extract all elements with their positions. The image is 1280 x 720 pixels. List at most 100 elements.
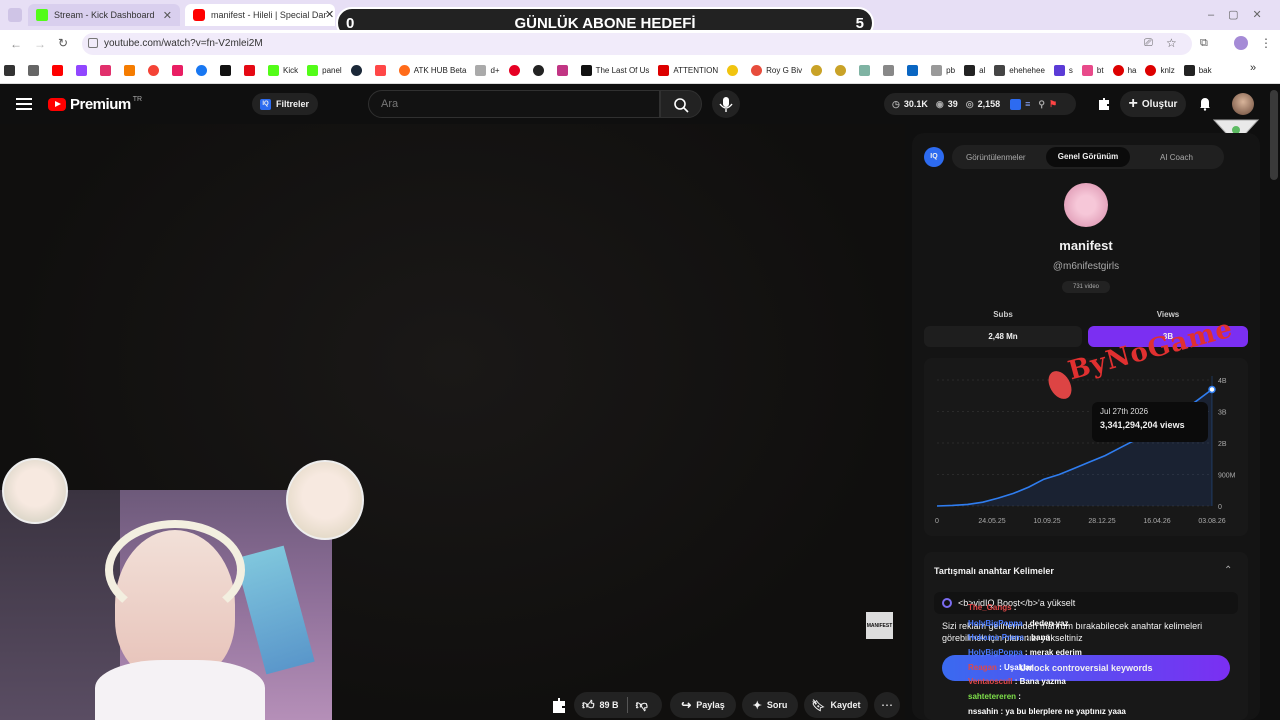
bookmark-ig2[interactable] (556, 65, 572, 76)
tab-ai-coach[interactable]: AI Coach (1160, 153, 1193, 162)
chat-message: Ventaoscull : Bana yazma (968, 677, 1066, 686)
subs-toggle[interactable]: 2,48 Mn (924, 326, 1082, 347)
url-field[interactable]: youtube.com/watch?v=fn-V2mlei2M (82, 33, 1192, 55)
bookmark-netflix[interactable] (244, 65, 259, 76)
tab-kick-dashboard[interactable]: Stream - Kick Dashboard ✕ (28, 4, 180, 26)
extension-puzzle-icon[interactable] (1096, 95, 1112, 111)
bookmark-knlz[interactable]: knlz (1145, 65, 1175, 76)
bookmark-bee3[interactable] (835, 65, 850, 76)
bookmark-tlou[interactable]: The Last Of Us (580, 65, 649, 76)
bookmark-leaf[interactable] (859, 65, 874, 76)
bookmark-steam[interactable] (350, 65, 366, 76)
bookmark-s[interactable]: s (1053, 65, 1073, 76)
forward-icon[interactable]: → (34, 37, 46, 51)
voice-search-button[interactable] (712, 90, 740, 118)
create-button[interactable]: + Oluştur (1120, 91, 1186, 117)
menu-dots-icon[interactable]: ⋮ (1260, 36, 1272, 50)
bookmark-orange[interactable] (124, 65, 139, 76)
back-icon[interactable]: ← (10, 37, 22, 51)
bookmark-pb[interactable]: pb (931, 65, 955, 76)
bookmark-ha[interactable]: ha (1112, 65, 1136, 76)
bookmark-attention[interactable]: ATTENTION (658, 65, 718, 76)
thumbs-down-icon[interactable]: 👎︎ (636, 698, 648, 713)
notifications-bell-icon[interactable] (1197, 95, 1213, 111)
youtube-play-icon (48, 98, 66, 111)
bookmark-red[interactable] (148, 65, 163, 76)
bookmark-atk[interactable]: ATK HUB Beta (398, 65, 466, 76)
bookmarks-more-icon[interactable]: » (1250, 62, 1256, 74)
bookmark-ehehehee[interactable]: ehehehee (994, 65, 1045, 76)
search-icon (674, 98, 689, 113)
bookmark-x[interactable] (220, 65, 235, 76)
bookmark-apps[interactable] (4, 65, 19, 76)
bookmark-facebook[interactable] (196, 65, 211, 76)
bookmark-github[interactable] (532, 65, 548, 76)
bookmark-heart[interactable] (172, 65, 187, 76)
bookmark-bee2[interactable] (811, 65, 826, 76)
filters-button[interactable]: IQ Filtreler (252, 93, 318, 115)
close-tab-icon[interactable]: ✕ (163, 9, 172, 22)
thumbs-up-icon[interactable]: 👍︎ (582, 698, 595, 713)
like-count[interactable]: 89 B (600, 700, 619, 710)
url-text: youtube.com/watch?v=fn-V2mlei2M (104, 38, 263, 49)
bookmark-bak[interactable]: bak (1183, 65, 1212, 76)
bookmark-star-icon[interactable]: ☆ (1166, 36, 1177, 50)
share-button[interactable]: ↪ Paylaş (670, 692, 736, 718)
bookmark-tool[interactable] (883, 65, 898, 76)
ask-button[interactable]: ✦ Soru (742, 692, 798, 718)
tab-youtube-video[interactable]: manifest - Hileli | Special Danc (185, 4, 335, 26)
vidiq-icon (1010, 98, 1022, 110)
extension-puzzle-icon[interactable] (549, 695, 569, 715)
bookmark-instagram[interactable] (100, 65, 115, 76)
tab-search-icon[interactable] (8, 8, 22, 22)
profile-icon[interactable] (1234, 36, 1248, 50)
search-placeholder: Ara (381, 98, 399, 110)
bookmark-bt[interactable]: bt (1081, 65, 1104, 76)
save-button[interactable]: 🔖︎ Kaydet (804, 692, 868, 718)
subs-label: Subs (993, 310, 1013, 319)
more-actions-icon[interactable]: ⋯ (874, 692, 900, 718)
page-scrollbar[interactable] (1270, 90, 1278, 180)
alert-icon: ⚑ (1049, 98, 1058, 109)
hamburger-menu-icon[interactable] (16, 96, 32, 113)
views-icon: ◎ (965, 98, 974, 109)
vidiq-stats-bar[interactable]: ◷ 30.1K ◉ 39 ◎ 2,158 ≡ ⚲ ⚑ (884, 93, 1076, 115)
close-tab-icon[interactable]: ✕ (325, 8, 334, 21)
bookmark-grid[interactable] (28, 65, 43, 76)
window-controls[interactable]: –▢✕ (1208, 8, 1276, 21)
headphones (105, 520, 245, 620)
bookmark-kick[interactable]: Kick (268, 65, 298, 76)
goal-target: 5 (855, 14, 864, 32)
chat-message: HolyBigPoppa : deden yaz (968, 619, 1069, 628)
youtube-premium-logo[interactable]: Premium TR (48, 96, 142, 113)
boost-icon (942, 598, 952, 608)
light-prop (235, 545, 315, 675)
bookmark-linkedin[interactable] (907, 65, 922, 76)
logo-text: Premium (70, 96, 131, 113)
bookmark-dplus[interactable]: d+ (475, 65, 500, 76)
bookmark-al[interactable]: al (964, 65, 985, 76)
bookmark-pinterest[interactable] (508, 65, 524, 76)
video-brand-watermark: MANIFEST (866, 612, 893, 639)
logo-region: TR (132, 96, 143, 103)
bookmark-youtube[interactable] (52, 65, 67, 76)
reload-icon[interactable]: ↻ (58, 36, 68, 50)
bookmark-ea[interactable] (374, 65, 390, 76)
collapse-chevron-icon[interactable]: ⌃ (1224, 565, 1232, 576)
y-tick-label: 4B (1218, 378, 1227, 385)
bookmark-panel[interactable]: panel (307, 65, 342, 76)
extensions-icon[interactable]: ⧉ (1200, 37, 1208, 50)
tab-views[interactable]: Görüntülenmeler (966, 153, 1026, 162)
search-input[interactable]: Ara (368, 90, 660, 118)
tab-overview[interactable]: Genel Görünüm (1046, 147, 1130, 167)
bookmark-roygbiv[interactable]: Roy G Biv (751, 65, 802, 76)
site-info-icon[interactable] (88, 38, 98, 48)
channel-avatar[interactable] (1064, 183, 1108, 227)
clock-icon: ◷ (892, 98, 900, 109)
bookmark-icon: 🔖︎ (811, 699, 826, 712)
cast-icon[interactable]: ⎚ (1144, 37, 1153, 50)
bookmark-bee[interactable] (727, 65, 742, 76)
list-icon: ≡ (1025, 99, 1031, 109)
search-button[interactable] (660, 90, 702, 118)
bookmark-twitch[interactable] (76, 65, 91, 76)
